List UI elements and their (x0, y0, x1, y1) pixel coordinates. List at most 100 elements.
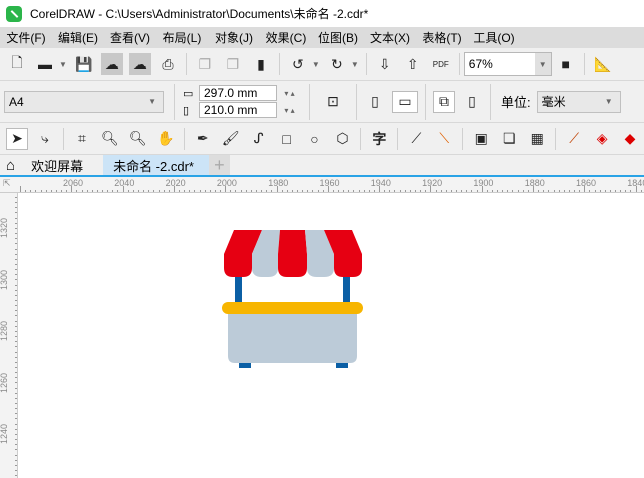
unit-label: 单位: (501, 95, 531, 110)
ellipse-tool-icon[interactable]: ○ (304, 128, 326, 150)
eyedropper-tool-icon[interactable]: ⟋ (563, 128, 585, 150)
connector-tool-icon[interactable]: ⟍ (433, 128, 455, 150)
menu-effects[interactable]: 效果(C) (260, 29, 312, 46)
cloud-download-icon[interactable]: ☁ (100, 53, 123, 75)
menu-object[interactable]: 对象(J) (208, 29, 260, 46)
awning-stripe-3 (278, 230, 307, 277)
market-stall-graphic[interactable] (222, 230, 363, 368)
full-screen-icon[interactable]: ■ (555, 53, 577, 75)
ruler-v-label: 1240 (0, 423, 10, 445)
undo-icon[interactable]: ↺ (287, 53, 309, 75)
export-pdf-icon[interactable]: PDF (430, 53, 452, 75)
document-tabs: ⌂ 欢迎屏幕 未命名 -2.cdr* + (0, 155, 644, 177)
menu-view[interactable]: 查看(V) (104, 29, 156, 46)
menu-edit[interactable]: 编辑(E) (52, 29, 104, 46)
tab-welcome[interactable]: 欢迎屏幕 (21, 155, 103, 175)
menu-layout[interactable]: 布局(L) (156, 29, 208, 46)
cloud-upload-icon[interactable]: ☁ (128, 53, 151, 75)
save-icon[interactable]: 💾 (73, 53, 95, 75)
menu-table[interactable]: 表格(T) (416, 29, 468, 46)
title-bar: CorelDRAW - C:\Users\Administrator\Docum… (0, 0, 644, 27)
unit-value: 毫米 (541, 95, 566, 109)
redo-icon[interactable]: ↻ (326, 53, 348, 75)
pick-tool-icon[interactable]: ➤ (6, 127, 28, 150)
transparency-tool-icon[interactable]: ▦ (526, 128, 548, 150)
polygon-tool-icon[interactable]: ⬡ (331, 128, 353, 150)
page-width-input[interactable]: 297.0 mm (199, 85, 277, 101)
page-size-select[interactable]: A4 ▼ (4, 90, 164, 113)
new-document-icon[interactable]: 🗋 (6, 53, 28, 75)
page-height-value: 210.0 mm (204, 103, 258, 117)
menu-bitmaps[interactable]: 位图(B) (312, 29, 364, 46)
tab-welcome-label: 欢迎屏幕 (31, 158, 84, 174)
height-spinner[interactable]: ▾ ▴ (277, 106, 302, 115)
portrait-icon[interactable]: ▯ (364, 91, 386, 113)
rectangle-tool-icon[interactable]: □ (276, 128, 298, 150)
ruler-v-label: 1300 (0, 269, 10, 290)
horizontal-ruler[interactable]: 2060 2040 2020 2000 1980 1960 1940 1920 1900 1880… (0, 177, 644, 193)
ruler-h-label: 1980 (268, 178, 289, 188)
tab-document[interactable]: 未命名 -2.cdr* (103, 155, 210, 175)
ruler-h-label: 1920 (422, 178, 443, 188)
pen-tool-icon[interactable]: ✒ (192, 128, 214, 150)
ruler-origin-icon[interactable]: ⇱ (3, 178, 11, 189)
print-icon[interactable]: ⎙ (157, 53, 179, 75)
unit-select[interactable]: 毫米 ▼ (536, 90, 621, 113)
open-folder-icon[interactable]: ▬ (34, 53, 56, 75)
page-height-input[interactable]: 210.0 mm (199, 102, 277, 118)
zoom-level-value: 67% (468, 57, 493, 71)
cut-icon[interactable]: ❐ (194, 53, 216, 75)
undo-dropdown-icon[interactable]: ▼ (312, 60, 320, 69)
menu-tools[interactable]: 工具(O) (468, 29, 520, 46)
shadow-tool-icon[interactable]: ❏ (498, 128, 520, 150)
open-dropdown-icon[interactable]: ▼ (59, 60, 67, 69)
current-page-icon[interactable]: ▯ (461, 91, 483, 113)
home-icon[interactable]: ⌂ (0, 155, 21, 175)
coreldraw-logo-icon (6, 5, 22, 22)
vertical-ruler[interactable]: 1320 1300 1280 1260 1240 (0, 193, 18, 478)
zoom-tool-icon[interactable]: 🔍︎ (99, 128, 121, 150)
ruler-h-label: 2020 (165, 178, 186, 188)
landscape-icon[interactable]: ▭ (392, 90, 418, 113)
chevron-down-icon: ▼ (148, 97, 156, 106)
pan-tool-icon[interactable]: ✋ (155, 128, 177, 150)
page-width-icon: ▯ (183, 104, 190, 117)
zoom-out-tool-icon[interactable]: 🔍︎ (127, 128, 149, 150)
new-tab-button[interactable]: + (209, 155, 230, 175)
text-tool-icon[interactable]: 字 (368, 128, 390, 150)
menu-text[interactable]: 文本(X) (364, 29, 416, 46)
export-icon[interactable]: ⇧ (402, 53, 424, 75)
ruler-h-label: 2000 (216, 178, 237, 188)
property-bar: A4 ▼ ▭ 297.0 mm ▾ ▴ ▯ 210.0 mm ▾ ▴ ⊡ ▯ ▭ ⧉ ▯ … (0, 81, 644, 123)
page-size-value: A4 (9, 94, 24, 109)
zoom-level-combo[interactable]: 67% ▼ (463, 52, 552, 76)
crop-tool-icon[interactable]: ⌗ (71, 128, 93, 150)
paste-icon[interactable]: ▮ (250, 53, 272, 75)
line-tool-icon[interactable]: ⟋ (405, 128, 427, 150)
shape-tool-icon[interactable]: ⤷ (34, 128, 56, 150)
ruler-h-label: 2040 (114, 178, 135, 188)
zoom-dropdown-icon[interactable]: ▼ (534, 53, 551, 75)
ruler-v-label: 1260 (0, 372, 10, 393)
curve-tool-icon[interactable]: ᔑ (248, 128, 270, 150)
page-dimensions-icon[interactable]: ⊡ (322, 91, 344, 113)
chevron-down-icon: ▼ (604, 97, 613, 106)
options-icon[interactable]: 📐 (592, 53, 614, 75)
page-width-value: 297.0 mm (204, 86, 258, 100)
copy-icon[interactable]: ❐ (222, 53, 244, 75)
redo-dropdown-icon[interactable]: ▼ (351, 60, 359, 69)
window-title: CorelDRAW - C:\Users\Administrator\Docum… (30, 7, 369, 21)
smart-fill-tool-icon[interactable]: ◆ (619, 128, 641, 150)
import-icon[interactable]: ⇩ (374, 53, 396, 75)
tab-document-label: 未命名 -2.cdr* (113, 158, 194, 174)
width-spinner[interactable]: ▾ ▴ (277, 89, 302, 98)
menu-file[interactable]: 文件(F) (0, 29, 52, 46)
standard-toolbar: 🗋 ▬ ▼ 💾 ☁ ☁ ⎙ ❐ ❐ ▮ ↺ ▼ ↻ ▼ ⇩ ⇧ PDF 67% ▼ ■… (0, 48, 644, 81)
contour-tool-icon[interactable]: ▣ (470, 128, 492, 150)
drawing-canvas[interactable] (19, 194, 644, 478)
brush-tool-icon[interactable]: 🖌︎ (220, 128, 242, 150)
ruler-h-label: 1860 (576, 178, 597, 188)
ruler-h-label: 1960 (319, 178, 340, 188)
all-pages-icon[interactable]: ⧉ (433, 90, 455, 113)
fill-tool-icon[interactable]: ◈ (591, 128, 613, 150)
